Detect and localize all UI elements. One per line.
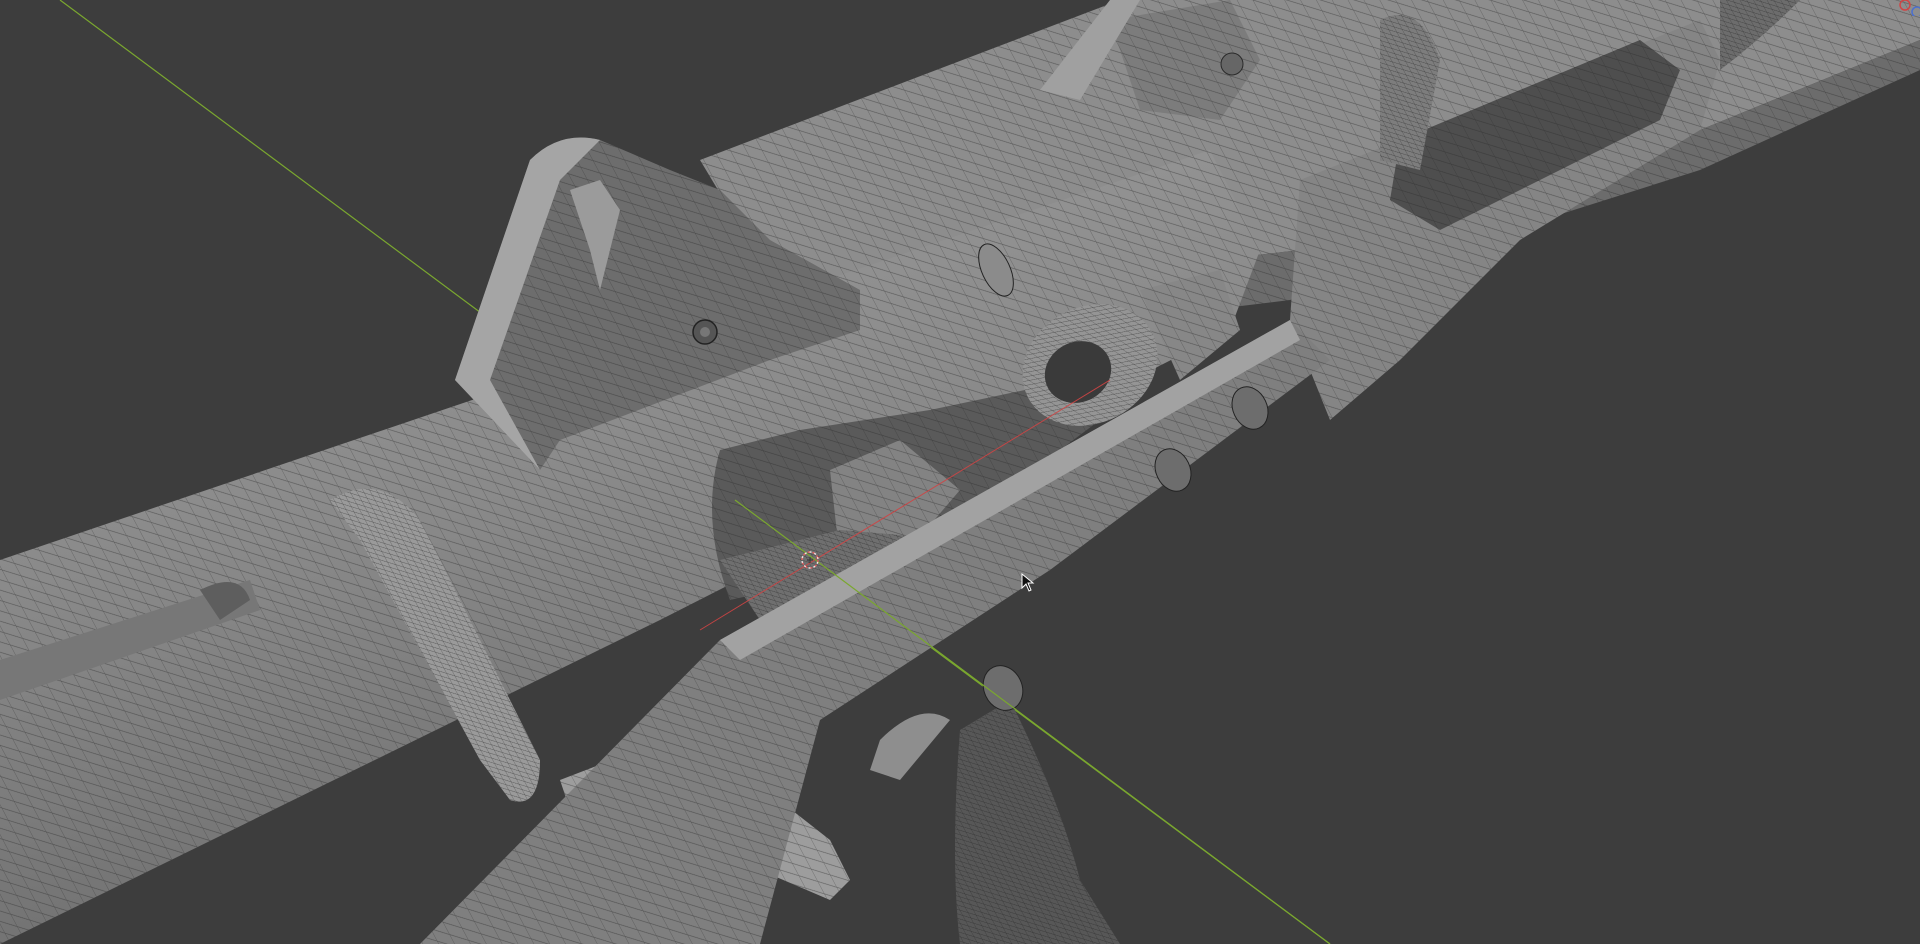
axis-gizmo-x-icon[interactable] [1899,0,1911,11]
axis-gizmo-y-icon[interactable] [1911,6,1920,16]
rivet-icon [982,665,1024,711]
3d-viewport[interactable] [0,0,1920,944]
viewport-canvas[interactable] [0,0,1920,944]
grip-slot [870,713,950,780]
pistol-grip[interactable] [870,700,1120,944]
axis-gizmo[interactable] [1896,0,1920,16]
bracket-screw [1220,52,1244,76]
